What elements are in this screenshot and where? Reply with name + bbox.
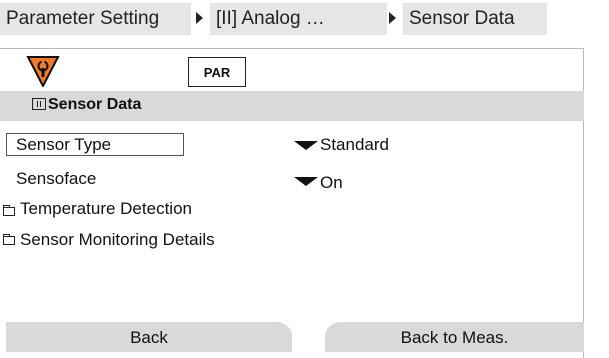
dropdown-arrow-icon[interactable]	[294, 141, 318, 150]
breadcrumb-item-parameter-setting[interactable]: Parameter Setting	[0, 3, 191, 35]
sensoface-value[interactable]: On	[320, 173, 343, 193]
folder-icon	[3, 234, 15, 245]
breadcrumb-item-analog[interactable]: [II] Analog …	[210, 3, 387, 35]
back-to-meas-button[interactable]: Back to Meas.	[325, 322, 584, 352]
breadcrumb-item-sensor-data[interactable]: Sensor Data	[403, 3, 547, 35]
folder-icon	[3, 205, 15, 216]
par-mode-badge: PAR	[188, 57, 246, 87]
menu-item-label: Sensor Type	[16, 135, 112, 154]
back-button[interactable]: Back	[6, 322, 292, 352]
page-title: Sensor Data	[48, 96, 142, 113]
menu-item-temperature-detection[interactable]: Temperature Detection	[20, 199, 192, 219]
sensor-type-value[interactable]: Standard	[320, 135, 389, 155]
menu-item-label[interactable]: Sensoface	[16, 169, 96, 189]
wrench-warning-icon	[26, 56, 60, 87]
dropdown-arrow-icon[interactable]	[294, 177, 318, 186]
breadcrumb-separator-icon	[389, 12, 396, 24]
breadcrumb-separator-icon	[196, 12, 203, 24]
channel-ii-icon	[32, 98, 46, 110]
breadcrumb: Parameter Setting [II] Analog … Sensor D…	[0, 0, 609, 42]
menu-item-sensor-monitoring-details[interactable]: Sensor Monitoring Details	[20, 230, 215, 250]
